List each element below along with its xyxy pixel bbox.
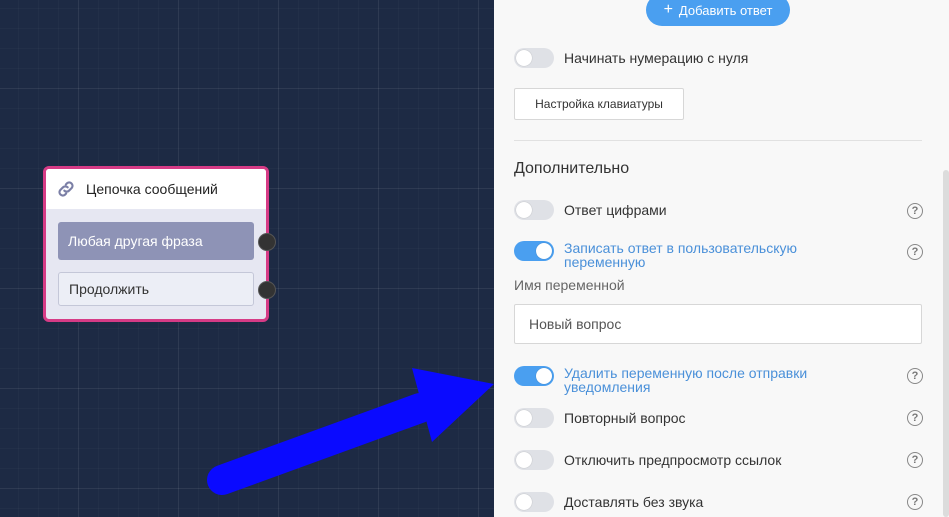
silent-delivery-label: Доставлять без звука [564,494,704,510]
delete-variable-toggle[interactable] [514,366,554,386]
save-variable-toggle[interactable] [514,241,554,261]
delete-variable-label-line2: уведомления [564,379,651,395]
help-icon[interactable]: ? [907,368,923,384]
digit-answer-label: Ответ цифрами [564,202,667,218]
help-icon[interactable]: ? [907,244,923,260]
node-button-any-phrase[interactable]: Любая другая фраза [58,222,254,260]
disable-link-preview-toggle[interactable] [514,450,554,470]
settings-panel: + Добавить ответ Начинать нумерацию с ну… [494,0,949,517]
option-row-digit-answer: Ответ цифрами [514,200,667,220]
variable-name-label: Имя переменной [514,277,625,293]
save-variable-label: Записать ответ в пользовательскую переме… [564,241,797,269]
link-icon [58,181,74,197]
start-numbering-toggle[interactable] [514,48,554,68]
flow-canvas[interactable]: Цепочка сообщений Любая другая фраза Про… [0,0,494,517]
start-numbering-label: Начинать нумерацию с нуля [564,50,749,66]
help-icon[interactable]: ? [907,203,923,219]
node-button-continue[interactable]: Продолжить [58,272,254,306]
help-icon[interactable]: ? [907,494,923,510]
message-chain-node[interactable]: Цепочка сообщений Любая другая фраза Про… [43,166,269,322]
panel-scrollbar[interactable] [943,170,949,517]
save-variable-label-line2: переменную [564,254,646,270]
option-row-disable-link-preview: Отключить предпросмотр ссылок [514,450,781,470]
help-icon[interactable]: ? [907,410,923,426]
option-row-delete-variable: Удалить переменную после отправки уведом… [514,366,807,394]
digit-answer-toggle[interactable] [514,200,554,220]
repeat-question-label: Повторный вопрос [564,410,686,426]
silent-delivery-toggle[interactable] [514,492,554,512]
help-icon[interactable]: ? [907,452,923,468]
node-output-connector[interactable] [258,233,276,251]
option-row-repeat-question: Повторный вопрос [514,408,686,428]
plus-icon: + [663,1,673,18]
variable-name-input[interactable]: Новый вопрос [514,304,922,344]
start-numbering-row: Начинать нумерацию с нуля [514,48,748,68]
repeat-question-toggle[interactable] [514,408,554,428]
disable-link-preview-label: Отключить предпросмотр ссылок [564,452,782,468]
node-title: Цепочка сообщений [86,181,218,197]
option-row-save-variable: Записать ответ в пользовательскую переме… [514,241,797,269]
delete-variable-label: Удалить переменную после отправки уведом… [564,366,807,394]
option-row-silent-delivery: Доставлять без звука [514,492,703,512]
node-output-connector[interactable] [258,281,276,299]
keyboard-settings-button[interactable]: Настройка клавиатуры [514,88,684,120]
add-answer-button[interactable]: + Добавить ответ [646,0,790,26]
add-answer-label: Добавить ответ [678,2,773,18]
node-header: Цепочка сообщений [46,169,266,209]
divider [514,140,922,141]
section-title-additional: Дополнительно [514,160,630,177]
